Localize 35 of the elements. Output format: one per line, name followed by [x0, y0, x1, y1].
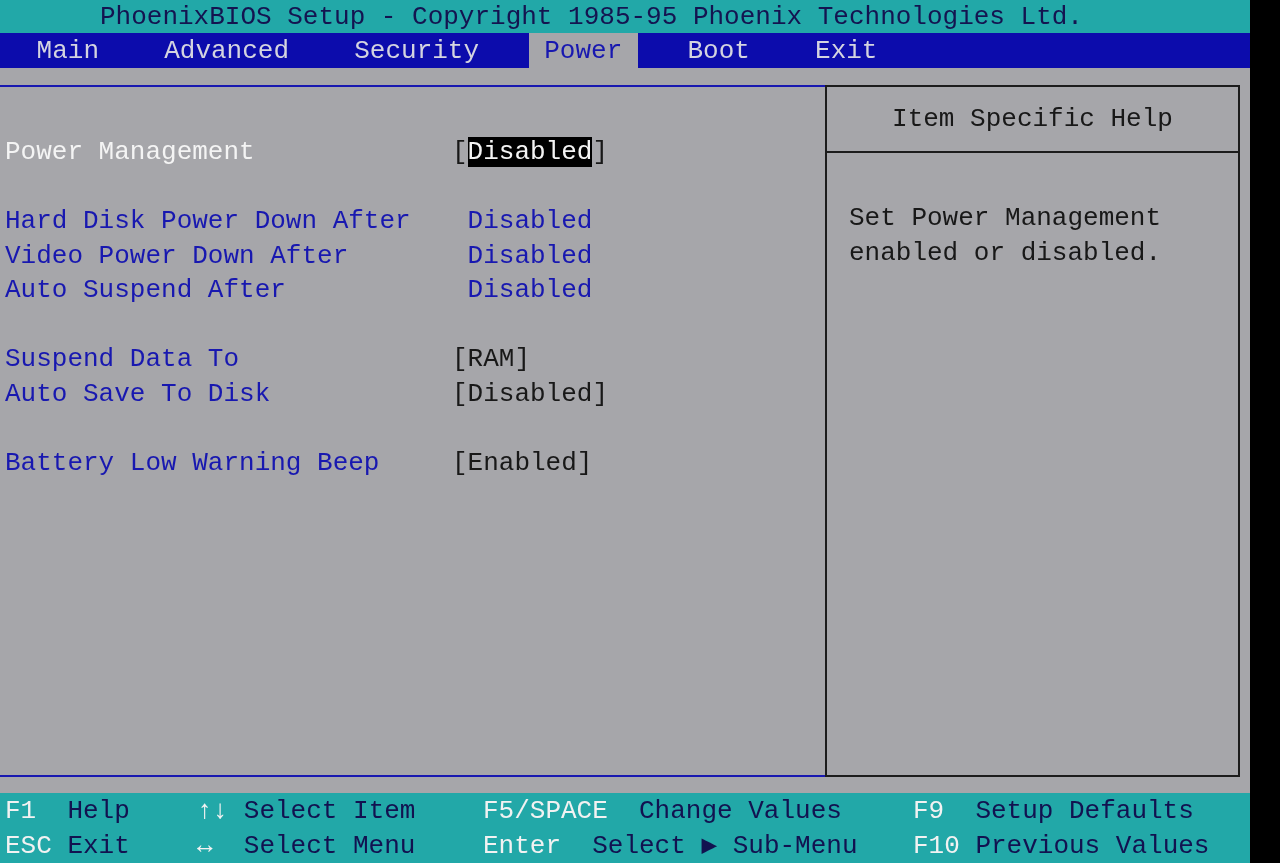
- help-title: Item Specific Help: [892, 105, 1173, 133]
- shortcut-label: Select Menu: [243, 831, 416, 860]
- setting-value[interactable]: [RAM]: [452, 344, 531, 375]
- setting-label: Suspend Data To: [5, 345, 241, 374]
- setting-label: Battery Low Warning Beep: [5, 448, 381, 477]
- setting-label: Video Power Down After: [5, 241, 350, 270]
- setting-label: Power Management: [5, 138, 256, 167]
- menu-tab[interactable]: Exit: [799, 33, 894, 68]
- shortcut-key: F1: [5, 796, 52, 825]
- shortcut-label: Change Values: [639, 796, 842, 825]
- window-title: PhoenixBIOS Setup - Copyright 1985-95 Phoenix Technologies Ltd.: [100, 2, 1083, 31]
- shortcut-key: ESC: [5, 831, 52, 860]
- shortcut-label: Exit: [67, 831, 130, 860]
- menu-tab[interactable]: Advanced: [148, 33, 305, 68]
- setting-value[interactable]: [Enabled]: [452, 447, 593, 478]
- shortcut-key: F10: [913, 831, 960, 860]
- shortcut-label: Select Item: [243, 796, 416, 825]
- shortcut-key: ↔: [197, 831, 229, 860]
- shortcut-key: Enter: [483, 831, 561, 860]
- setting-label: Auto Save To Disk: [5, 379, 272, 408]
- shortcut-key: F9: [913, 796, 960, 825]
- shortcut-key: ↑↓: [197, 796, 229, 825]
- shortcut-label: Setup Defaults: [975, 796, 1194, 825]
- menu-tab[interactable]: Boot: [671, 33, 766, 68]
- menu-tab[interactable]: Security: [338, 33, 495, 68]
- shortcut-key: F5/SPACE: [483, 796, 608, 825]
- setting-label: Hard Disk Power Down After: [5, 207, 412, 236]
- setting-value[interactable]: [Disabled]: [452, 378, 609, 409]
- menu-tab[interactable]: Main: [21, 33, 115, 68]
- menu-tab[interactable]: Power: [528, 33, 638, 68]
- shortcut-label: Help: [67, 796, 130, 825]
- shortcut-label: Previous Values: [975, 831, 1210, 860]
- shortcut-label: Select ▶ Sub-Menu: [592, 831, 858, 860]
- help-text: Set Power Management enabled or disabled.: [849, 202, 1163, 270]
- setting-label: Auto Suspend After: [5, 276, 287, 305]
